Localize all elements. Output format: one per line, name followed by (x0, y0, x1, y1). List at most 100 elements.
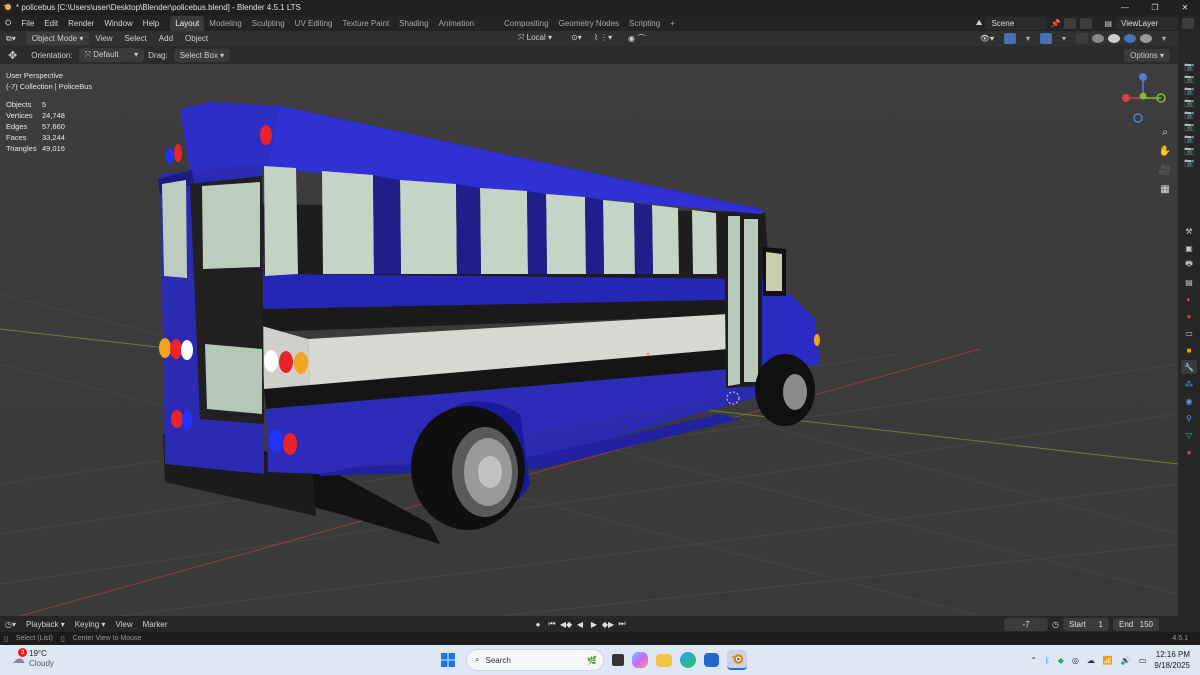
menu-window[interactable]: Window (99, 19, 137, 28)
edge-icon[interactable] (680, 652, 696, 668)
new-scene-icon[interactable] (1064, 17, 1077, 29)
options-dropdown[interactable]: Options ▾ (1124, 49, 1170, 62)
add-workspace-icon[interactable]: + (665, 16, 680, 31)
minimize-icon[interactable]: — (1110, 0, 1140, 14)
visibility-icon[interactable]: 👁▾ (974, 34, 1000, 43)
shading-wireframe-icon[interactable] (1091, 34, 1104, 43)
tab-modeling[interactable]: Modeling (204, 16, 246, 31)
camera-icon[interactable]: 📷 (1183, 133, 1195, 143)
gizmo-dropdown-icon[interactable]: ▾ (1020, 34, 1036, 43)
tool-tab-icon[interactable]: ⚒ (1181, 224, 1197, 238)
start-frame-field[interactable]: Start 1 (1062, 618, 1109, 631)
tray-cloud-icon[interactable]: ☁ (1087, 656, 1095, 665)
playback-menu[interactable]: Playback ▾ (21, 620, 70, 629)
pan-hand-icon[interactable]: ✋ (1158, 145, 1172, 157)
keying-menu[interactable]: Keying ▾ (70, 620, 111, 629)
gizmo-x-axis[interactable] (1122, 94, 1130, 102)
select-menu[interactable]: Select (119, 34, 153, 43)
zoom-icon[interactable]: ⌕ (1158, 126, 1172, 138)
scene-render[interactable] (0, 64, 1178, 616)
shading-rendered-icon[interactable] (1139, 34, 1152, 43)
next-keyframe-icon[interactable]: ◆▶ (602, 618, 614, 630)
camera-view-icon[interactable]: 🎥 (1158, 164, 1172, 176)
camera-icon[interactable]: 📷 (1183, 97, 1195, 107)
task-view-icon[interactable] (612, 654, 624, 666)
scene-field[interactable]: Scene (986, 16, 1047, 30)
overlay-dropdown-icon[interactable]: ▾ (1056, 34, 1072, 43)
tray-app-icon[interactable]: ◆ (1058, 656, 1064, 665)
preview-range-icon[interactable]: ◷ (1052, 620, 1059, 629)
modifier-tab-icon[interactable]: 🔧 (1181, 360, 1197, 374)
taskbar-search[interactable]: ⌕ Search 🌿 (466, 649, 604, 671)
render-tab-icon[interactable]: ▣ (1181, 241, 1197, 255)
tab-texture-paint[interactable]: Texture Paint (337, 16, 394, 31)
battery-icon[interactable]: ▭ (1139, 656, 1147, 665)
timeline-editor-icon[interactable]: ◷▾ (0, 620, 21, 629)
tab-geometry-nodes[interactable]: Geometry Nodes (554, 16, 624, 31)
data-tab-icon[interactable]: ▽ (1181, 428, 1197, 442)
camera-icon[interactable]: 📷 (1183, 73, 1195, 83)
camera-icon[interactable]: 📷 (1183, 109, 1195, 119)
auto-key-icon[interactable]: ● (532, 618, 544, 630)
camera-icon[interactable]: 📷 (1183, 121, 1195, 131)
snap-icon[interactable]: ⌇ ⋮▾ (588, 33, 618, 42)
tab-scripting[interactable]: Scripting (624, 16, 665, 31)
camera-icon[interactable]: 📷 (1183, 145, 1195, 155)
tab-uv-editing[interactable]: UV Editing (290, 16, 338, 31)
volume-icon[interactable]: 🔊 (1121, 656, 1131, 665)
menu-render[interactable]: Render (63, 19, 99, 28)
mode-dropdown[interactable]: Object Mode ▾ (25, 32, 90, 45)
editor-type-icon[interactable]: ⛭ (0, 18, 16, 28)
jump-start-icon[interactable]: ⏮ (546, 618, 558, 630)
output-tab-icon[interactable]: 🖶 (1181, 258, 1197, 272)
view-menu[interactable]: View (89, 34, 118, 43)
object-menu[interactable]: Object (179, 34, 214, 43)
shading-dropdown-icon[interactable]: ▾ (1156, 34, 1172, 43)
prev-keyframe-icon[interactable]: ◀◆ (560, 618, 572, 630)
xray-icon[interactable] (1075, 33, 1088, 44)
tab-shading[interactable]: Shading (394, 16, 433, 31)
clock[interactable]: 12:16 PM 9/18/2025 (1154, 649, 1190, 671)
marker-menu[interactable]: Marker (138, 620, 173, 629)
tab-layout[interactable]: Layout (170, 15, 205, 31)
tab-sculpting[interactable]: Sculpting (247, 16, 290, 31)
pin-icon[interactable]: 📌 (1050, 19, 1060, 28)
constraints-tab-icon[interactable]: ⚲ (1181, 411, 1197, 425)
weather-widget[interactable]: ☁ 3 19°C Cloudy (12, 648, 54, 669)
collection-tab-icon[interactable]: ▭ (1181, 326, 1197, 340)
proportional-edit-icon[interactable]: ◉ ⌒ (622, 33, 651, 44)
tray-chevron-icon[interactable]: ⌃ (1030, 656, 1037, 665)
gizmo-z-axis[interactable] (1139, 73, 1147, 81)
wifi-icon[interactable]: 📶 (1103, 656, 1113, 665)
jump-end-icon[interactable]: ⏭ (616, 618, 628, 630)
perspective-grid-icon[interactable]: ▦ (1158, 183, 1172, 195)
material-tab-icon[interactable]: ● (1181, 445, 1197, 459)
navigation-gizmo[interactable] (1118, 68, 1168, 124)
menu-file[interactable]: File (16, 19, 39, 28)
gizmo-neg-y-axis[interactable] (1139, 92, 1147, 100)
tab-compositing[interactable]: Compositing (499, 16, 553, 31)
menu-edit[interactable]: Edit (39, 19, 63, 28)
camera-icon[interactable]: 📷 (1183, 85, 1195, 95)
tray-security-icon[interactable]: ◎ (1072, 656, 1079, 665)
gizmo-neg-z-axis[interactable] (1133, 113, 1143, 123)
bluetooth-icon[interactable]: ᛒ (1045, 656, 1050, 665)
start-button-icon[interactable] (438, 650, 458, 670)
play-reverse-icon[interactable]: ◀ (574, 618, 586, 630)
overlay-toggle-icon[interactable] (1039, 33, 1052, 44)
tab-animation[interactable]: Animation (434, 16, 480, 31)
3d-viewport[interactable]: User Perspective (-7) Collection | Polic… (0, 64, 1178, 616)
menu-help[interactable]: Help (138, 19, 164, 28)
view-layer-field[interactable]: ViewLayer (1116, 16, 1178, 30)
new-view-layer-icon[interactable] (1182, 17, 1194, 29)
shading-material-icon[interactable] (1123, 34, 1136, 43)
delete-scene-icon[interactable] (1080, 17, 1093, 29)
maximize-icon[interactable]: ❐ (1140, 0, 1170, 14)
blender-taskbar-icon[interactable] (727, 650, 747, 670)
shading-solid-icon[interactable] (1107, 34, 1120, 43)
file-explorer-icon[interactable] (656, 653, 672, 667)
drag-dropdown[interactable]: Select Box ▾ (173, 48, 231, 62)
view-layer-tab-icon[interactable]: ▤ (1181, 275, 1197, 289)
end-frame-field[interactable]: End 150 (1112, 618, 1159, 631)
close-icon[interactable]: ✕ (1170, 0, 1200, 14)
